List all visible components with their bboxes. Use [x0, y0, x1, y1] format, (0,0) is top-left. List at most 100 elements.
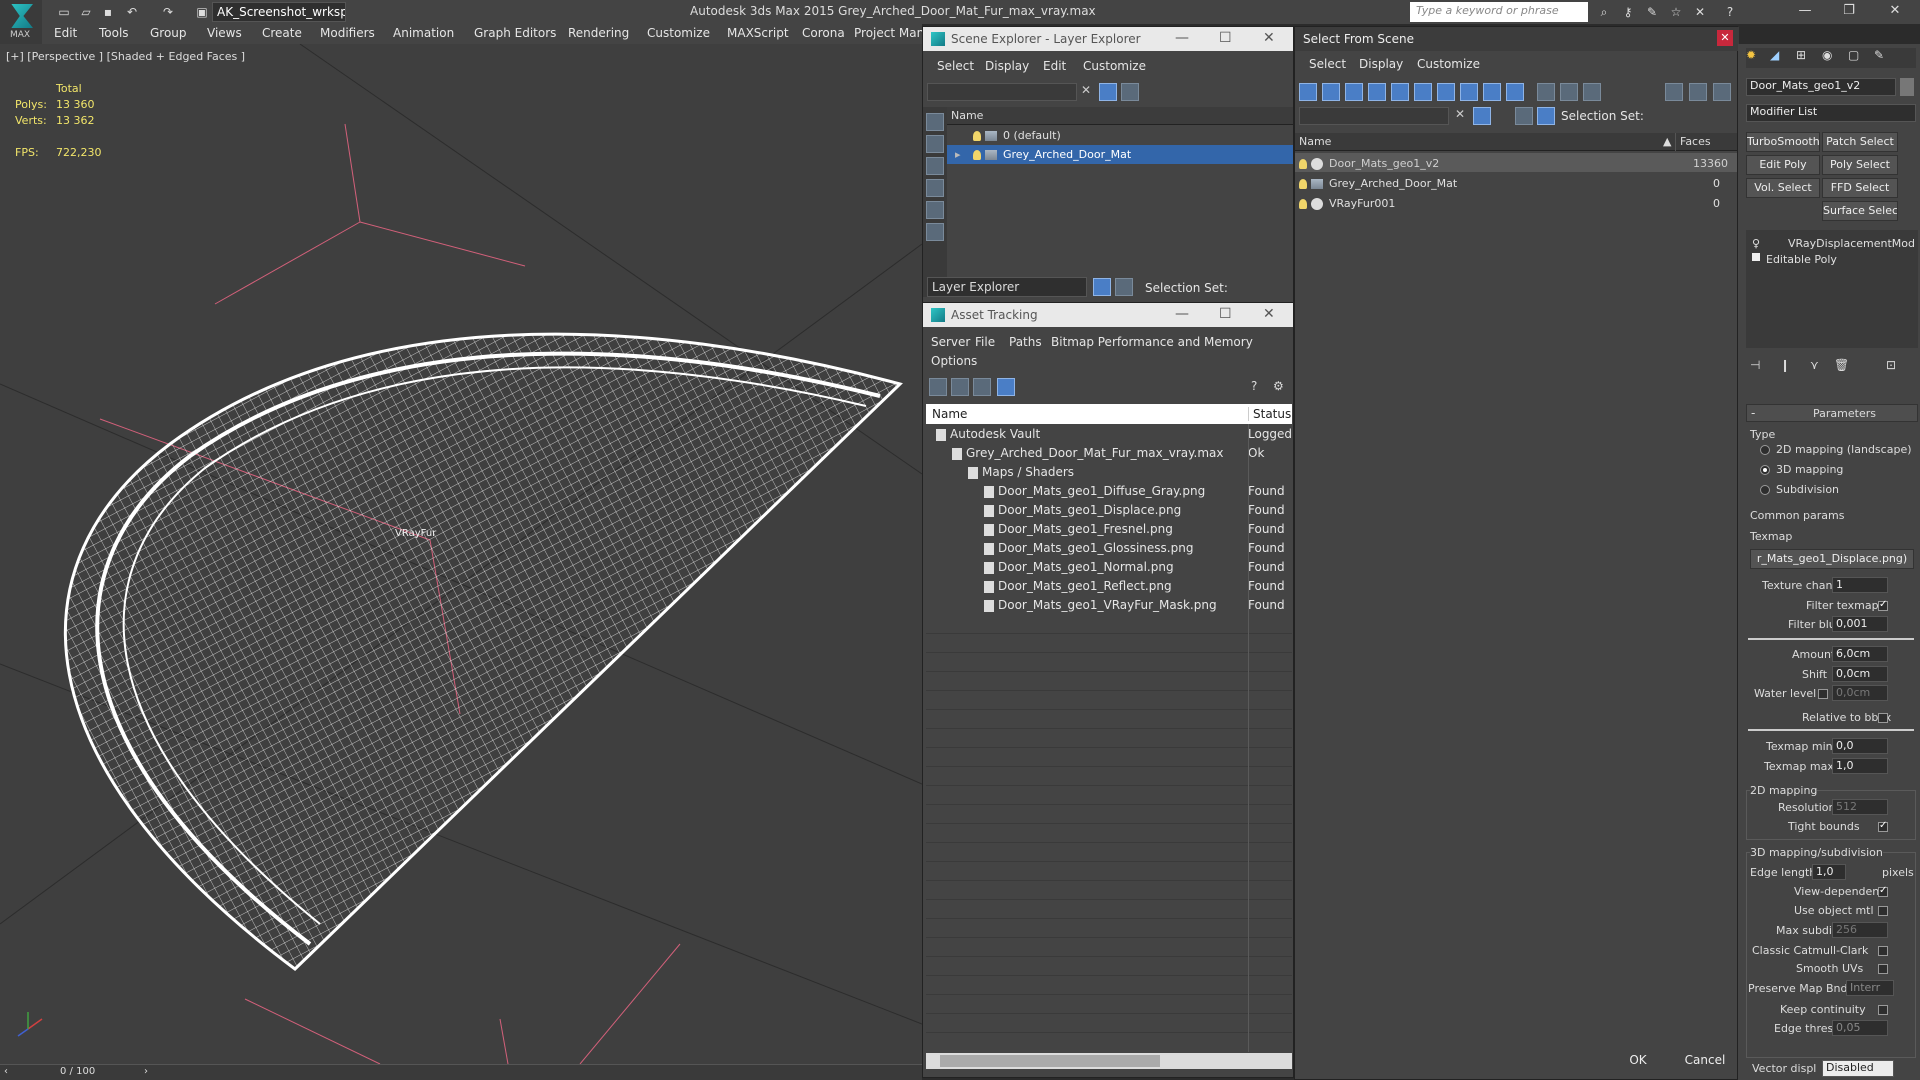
visibility-icon[interactable] — [1299, 159, 1307, 169]
display-helpers-icon[interactable] — [926, 201, 944, 219]
table-view-icon[interactable] — [997, 378, 1015, 396]
filter-icon[interactable] — [1099, 83, 1117, 101]
sfs-col-faces[interactable]: Faces — [1675, 133, 1711, 151]
maximize-icon[interactable]: ☐ — [1219, 306, 1232, 322]
display-spacewarps-icon[interactable] — [926, 223, 944, 241]
display-geometry-icon[interactable] — [926, 113, 944, 131]
thumbnail-view-icon[interactable] — [973, 378, 991, 396]
type-3d-radio[interactable] — [1760, 465, 1770, 475]
type-2d-radio[interactable] — [1760, 445, 1770, 455]
asset-row[interactable]: Autodesk Vault Logged — [926, 425, 1292, 444]
sfs-col-name[interactable]: Name — [1299, 135, 1331, 148]
stack-expand-icon[interactable] — [1752, 253, 1760, 261]
texmap-min-spinner[interactable]: 0,0 — [1832, 738, 1888, 754]
asset-row[interactable]: Door_Mats_geo1_Fresnel.png Found — [926, 520, 1292, 539]
show-end-result-icon[interactable]: ❙ — [1780, 358, 1790, 372]
water-level-checkbox[interactable] — [1818, 689, 1828, 699]
asset-row[interactable]: Maps / Shaders — [926, 463, 1292, 482]
shift-spinner[interactable]: 0,0cm — [1832, 666, 1888, 682]
sfs-menu-customize[interactable]: Customize — [1417, 57, 1480, 71]
time-slider[interactable]: ‹ 0 / 100 › — [0, 1064, 922, 1080]
se-menu-display[interactable]: Display — [985, 59, 1029, 73]
motion-tab-icon[interactable]: ◉ — [1822, 48, 1832, 62]
scene-explorer-titlebar[interactable]: Scene Explorer - Layer Explorer — ☐ ✕ — [923, 27, 1293, 51]
remove-modifier-icon[interactable]: 🗑 — [1834, 358, 1849, 372]
asset-row[interactable]: Grey_Arched_Door_Mat_Fur_max_vray.max Ok — [926, 444, 1292, 463]
display-tab-icon[interactable]: ▢ — [1848, 48, 1859, 62]
at-menu-bitmap-performance[interactable]: Bitmap Performance and Memory — [1051, 335, 1253, 349]
sfs-menu-select[interactable]: Select — [1309, 57, 1346, 71]
display-bones-icon[interactable] — [1483, 83, 1501, 101]
smooth-uvs-checkbox[interactable] — [1878, 964, 1888, 974]
layer-mode-icon[interactable] — [1093, 278, 1111, 296]
se-menu-edit[interactable]: Edit — [1043, 59, 1066, 73]
configure-sets-icon[interactable]: ⊡ — [1886, 358, 1896, 372]
display-containers-icon[interactable] — [1506, 83, 1524, 101]
new-file-icon[interactable]: ▭ — [56, 4, 72, 20]
layer-tools-icon[interactable] — [1121, 83, 1139, 101]
display-spacewarps-icon[interactable] — [1414, 83, 1432, 101]
layer-visibility-icon[interactable] — [973, 150, 981, 160]
horizontal-scrollbar[interactable] — [926, 1053, 1292, 1069]
sfs-titlebar[interactable]: Select From Scene ✕ — [1295, 27, 1739, 51]
hierarchy-mode-icon[interactable] — [1115, 278, 1133, 296]
pin-stack-icon[interactable]: ⊣ — [1750, 358, 1760, 372]
se-name-column-header[interactable]: Name — [947, 107, 1293, 125]
resolution-spinner[interactable]: 512 — [1832, 799, 1888, 815]
clear-search-icon[interactable]: ✕ — [1081, 83, 1091, 97]
menu-edit[interactable]: Edit — [54, 26, 77, 40]
hierarchy-icon[interactable] — [1689, 83, 1707, 101]
display-cameras-icon[interactable] — [1368, 83, 1386, 101]
find-filter-icon[interactable] — [1473, 107, 1491, 125]
asset-row[interactable]: Door_Mats_geo1_Displace.png Found — [926, 501, 1292, 520]
explorer-type-dropdown[interactable]: Layer Explorer — [927, 277, 1087, 297]
menu-modifiers[interactable]: Modifiers — [320, 26, 375, 40]
water-level-spinner[interactable]: 0,0cm — [1832, 685, 1888, 701]
undo-icon[interactable]: ↶ — [124, 4, 140, 20]
select-all-icon[interactable] — [1537, 83, 1555, 101]
display-geometry-icon[interactable] — [1299, 83, 1317, 101]
amount-spinner[interactable]: 6,0cm — [1832, 646, 1888, 662]
scrollbar-thumb[interactable] — [940, 1055, 1160, 1067]
select-invert-icon[interactable] — [1583, 83, 1601, 101]
minimize-icon[interactable]: — — [1175, 306, 1189, 322]
asset-row[interactable]: Door_Mats_geo1_Normal.png Found — [926, 558, 1292, 577]
layer-row[interactable]: 0 (default) — [947, 126, 1293, 145]
turbosmooth-button[interactable]: TurboSmooth — [1746, 132, 1820, 152]
stack-bulb-icon[interactable]: ♀ — [1752, 237, 1760, 250]
expand-arrow-icon[interactable]: ▸ — [955, 148, 961, 161]
menu-views[interactable]: Views — [207, 26, 242, 40]
se-search-input[interactable] — [927, 83, 1077, 101]
tight-bounds-checkbox[interactable] — [1878, 820, 1888, 832]
at-menu-options[interactable]: Options — [931, 354, 977, 368]
hierarchy-mode-icon[interactable] — [1537, 107, 1555, 125]
display-shapes-icon[interactable] — [1322, 83, 1340, 101]
layer-mode-icon[interactable] — [1515, 107, 1533, 125]
viewport-label[interactable]: [+] [Perspective ] [Shaded + Edged Faces… — [6, 50, 245, 63]
collapse-icon[interactable] — [1713, 83, 1731, 101]
menu-graph-editors[interactable]: Graph Editors — [474, 26, 556, 40]
at-menu-file[interactable]: File — [975, 335, 995, 349]
asset-row[interactable]: Door_Mats_geo1_Reflect.png Found — [926, 577, 1292, 596]
at-menu-server[interactable]: Server — [931, 335, 970, 349]
time-next-icon[interactable]: › — [144, 1066, 148, 1077]
sfs-row[interactable]: VRayFur001 0 — [1295, 193, 1737, 212]
key-icon[interactable]: ⚷ — [1620, 4, 1636, 20]
display-xrefs-icon[interactable] — [1460, 83, 1478, 101]
edge-length-spinner[interactable]: 1,0 — [1812, 864, 1846, 880]
menu-animation[interactable]: Animation — [393, 26, 454, 40]
refresh-icon[interactable] — [929, 378, 947, 396]
relative-bbox-checkbox[interactable] — [1878, 713, 1888, 723]
favorites-star-icon[interactable]: ☆ — [1668, 4, 1684, 20]
use-object-mtl-checkbox[interactable] — [1878, 906, 1888, 916]
settings-icon[interactable]: ⚙ — [1273, 379, 1284, 393]
display-lights-icon[interactable] — [1345, 83, 1363, 101]
surface-select-button[interactable]: Surface Select — [1822, 201, 1898, 221]
stack-item[interactable]: Editable Poly — [1746, 250, 1916, 269]
perspective-viewport[interactable]: VRayFur [+] [Perspective ] [Shaded + Edg… — [0, 44, 922, 1064]
patch-select-button[interactable]: Patch Select — [1822, 132, 1898, 152]
close-icon[interactable]: ✕ — [1263, 30, 1275, 46]
help-icon[interactable]: ? — [1251, 379, 1257, 393]
sfs-row-selected[interactable]: Door_Mats_geo1_v2 13360 — [1295, 153, 1737, 172]
asset-row[interactable]: Door_Mats_geo1_VRayFur_Mask.png Found — [926, 596, 1292, 615]
